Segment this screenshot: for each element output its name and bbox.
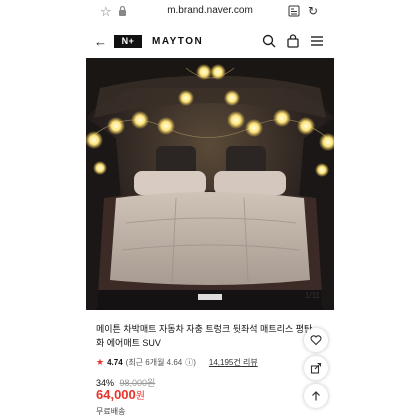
shipping-info: 무료배송	[96, 407, 126, 416]
back-arrow-icon[interactable]: ←	[94, 34, 107, 49]
shopping-bag-icon[interactable]	[286, 34, 300, 48]
naver-plus-logo[interactable]: N+	[114, 35, 142, 48]
sale-price-value: 64,000	[96, 387, 136, 402]
phone-screen: ☆ m.brand.naver.com ↻ ← N+ MAYTON 1/11 메…	[86, 0, 334, 420]
price-unit: 원	[135, 391, 145, 402]
site-header: ← N+ MAYTON	[86, 26, 334, 59]
product-image[interactable]: 1/11	[86, 58, 334, 310]
browser-address-bar[interactable]: ☆ m.brand.naver.com ↻	[86, 0, 334, 24]
rating-note: (최근 6개월 4.64	[125, 358, 183, 367]
info-icon[interactable]: ⓘ)	[185, 357, 196, 368]
reader-icon[interactable]	[288, 5, 300, 17]
rating-star-icon: ★	[96, 357, 105, 367]
sale-price: 64,000원	[96, 387, 145, 402]
review-count-link[interactable]: 14,195건 리뷰	[209, 357, 258, 368]
brand-name[interactable]: MAYTON	[152, 36, 203, 47]
share-button[interactable]	[304, 356, 328, 380]
reload-icon[interactable]: ↻	[308, 4, 318, 18]
scroll-top-icon	[312, 391, 320, 401]
rating-row: ★ 4.74 (최근 6개월 4.64 ⓘ) 14,195건 리뷰	[96, 357, 258, 368]
search-icon[interactable]	[262, 34, 276, 48]
share-icon	[310, 362, 322, 374]
rating-score: 4.74	[107, 358, 123, 367]
product-title: 메이튼 차박매트 자동차 자충 트렁크 뒷좌석 매트리스 평탄화 에어매트 SU…	[96, 324, 313, 348]
gallery-counter: 1/11	[305, 291, 320, 300]
wishlist-button[interactable]	[304, 328, 328, 352]
heart-icon	[310, 335, 322, 346]
scroll-top-button[interactable]	[304, 384, 328, 408]
menu-icon[interactable]	[310, 34, 324, 48]
car-trunk-mattress-photo	[86, 58, 334, 310]
